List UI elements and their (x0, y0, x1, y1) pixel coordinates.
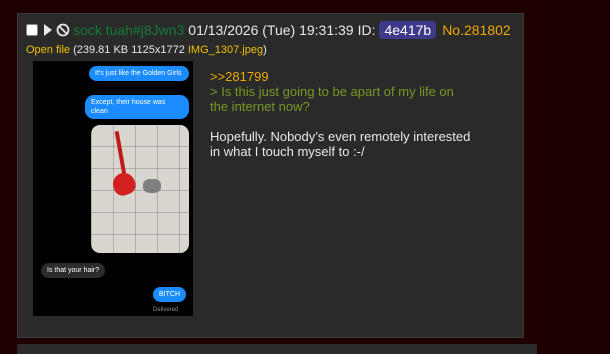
file-meta: (239.81 KB 1125x1772 (73, 44, 185, 56)
message-text: Is that your hair? (47, 267, 100, 274)
page-background-edge (545, 0, 610, 351)
greentext-line: > Is this just going to be apart of my l… (210, 84, 454, 99)
file-info: Open file (239.81 KB 1125x1772 IMG_1307.… (26, 44, 267, 56)
checkbox-icon[interactable] (26, 24, 38, 36)
post-header: sock tuah#j8Jwn3 01/13/2026 (Tue) 19:31:… (26, 20, 511, 40)
delivered-status: Delivered (153, 307, 179, 313)
message-text: BITCH (159, 291, 180, 298)
poster-name: sock tuah#j8Jwn3 (73, 22, 185, 38)
play-icon[interactable] (44, 24, 52, 36)
ban-icon[interactable] (56, 23, 70, 37)
post-body: >>281799 > Is this just going to be apar… (210, 69, 510, 159)
message-text: It's just like the Golden Girls (95, 70, 182, 77)
broom-head (109, 169, 139, 199)
open-file-link[interactable]: Open file (26, 44, 70, 56)
id-badge[interactable]: 4e417b (379, 21, 437, 39)
message-bubble-sent: Except, their house was clean (85, 95, 189, 119)
body-text: in what I touch myself to :-/ (210, 144, 365, 159)
file-meta-close: ) (263, 44, 267, 56)
image-thumbnail[interactable]: It's just like the Golden Girls Except, … (33, 61, 193, 316)
post-datetime: 01/13/2026 (Tue) 19:31:39 (188, 22, 354, 38)
message-bubble-sent: It's just like the Golden Girls (89, 66, 189, 81)
body-text: Hopefully. Nobody’s even remotely intere… (210, 129, 471, 144)
post-number-link[interactable]: No.281802 (442, 22, 511, 38)
message-photo (91, 125, 189, 253)
greentext-line: the internet now? (210, 99, 310, 114)
id-label: ID: (357, 22, 376, 38)
quote-link[interactable]: >>281799 (210, 69, 510, 84)
post-container: sock tuah#j8Jwn3 01/13/2026 (Tue) 19:31:… (17, 13, 524, 338)
file-name-link[interactable]: IMG_1307.jpeg (188, 44, 263, 56)
hair-clump (143, 179, 161, 193)
message-bubble-received: Is that your hair? (41, 263, 106, 278)
message-bubble-sent: BITCH (153, 287, 186, 302)
message-text: Except, their house was clean (91, 99, 166, 115)
next-post-edge (17, 344, 537, 354)
